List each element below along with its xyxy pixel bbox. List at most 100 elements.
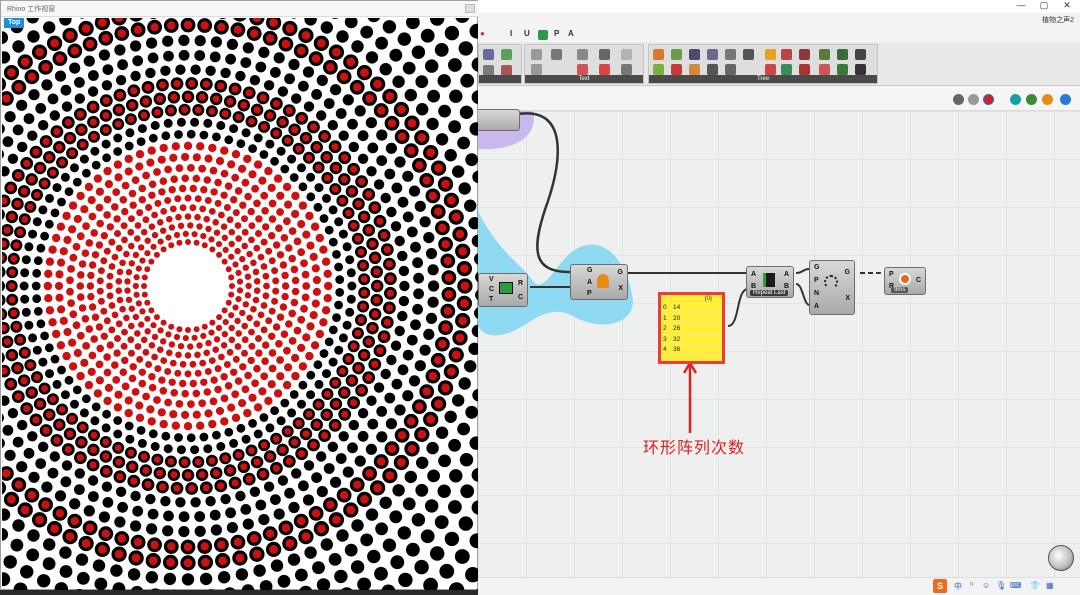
pattern-dot: [2, 528, 9, 541]
ribbon-tool-icon[interactable]: [653, 49, 664, 60]
display-mode-icon[interactable]: [1010, 94, 1021, 105]
ribbon-tool-icon[interactable]: [531, 49, 542, 60]
viewport-label[interactable]: Top: [4, 18, 25, 28]
tray-ime-lang[interactable]: 中: [954, 581, 962, 592]
ribbon-tool-icon[interactable]: [577, 49, 588, 60]
ribbon-tool-icon[interactable]: [551, 49, 562, 60]
ribbon-tool-icon[interactable]: [621, 49, 632, 60]
globe-icon[interactable]: [1060, 94, 1071, 105]
emoji-icon[interactable]: ☺: [982, 581, 990, 590]
ribbon-tool-icon[interactable]: [531, 64, 542, 75]
ribbon-tool-icon[interactable]: [855, 64, 866, 75]
pattern-dot: [124, 167, 133, 176]
grasshopper-canvas[interactable]: V C T R C G A P G X A B A B Repeat Last …: [476, 109, 1080, 577]
pattern-dot: [324, 281, 333, 291]
pattern-dot: [2, 413, 4, 422]
ribbon-tool-icon[interactable]: [765, 64, 776, 75]
ribbon-tool-icon[interactable]: [689, 49, 700, 60]
component-series[interactable]: V C T R C: [478, 273, 528, 307]
mic-icon[interactable]: 🎙: [996, 581, 1006, 590]
pattern-dot: [220, 67, 231, 79]
ribbon-tool-icon[interactable]: [837, 49, 848, 60]
ribbon-tool-icon[interactable]: [855, 49, 866, 60]
tray-punct[interactable]: ⁰: [970, 581, 973, 590]
ime-logo-icon[interactable]: S: [933, 579, 947, 593]
ribbon-tool-icon[interactable]: [819, 49, 830, 60]
tab-i[interactable]: I: [510, 29, 512, 38]
display-mode-icon[interactable]: [1042, 94, 1053, 105]
pattern-dot: [44, 269, 53, 278]
pattern-dot: [313, 202, 323, 212]
component-rotate[interactable]: G A P G X: [570, 264, 628, 300]
pattern-dot: [212, 430, 221, 440]
pattern-dot: [354, 455, 366, 467]
component-repeat-last[interactable]: A B A B Repeat Last: [746, 266, 794, 298]
skin-icon[interactable]: 👕: [1030, 581, 1040, 590]
ribbon-tool-icon[interactable]: [819, 64, 830, 75]
ribbon-tool-icon[interactable]: [689, 64, 700, 75]
tab-a[interactable]: A: [568, 29, 574, 38]
ribbon-tool-icon[interactable]: [483, 49, 494, 60]
pattern-dot: [200, 332, 207, 339]
component-partial[interactable]: [476, 109, 520, 131]
maximize-button[interactable]: ▢: [1033, 0, 1055, 11]
ribbon-tool-icon[interactable]: [781, 49, 792, 60]
tab-green-icon[interactable]: [538, 30, 548, 40]
ribbon-tool-icon[interactable]: [837, 64, 848, 75]
pattern-dot: [235, 330, 242, 337]
ribbon-tool-icon[interactable]: [501, 49, 512, 60]
component-polar-array[interactable]: G P N A G X: [809, 260, 855, 315]
preview-time-label: 9ms: [891, 287, 909, 293]
pattern-dot: [128, 305, 135, 312]
pattern-dot: [402, 497, 416, 511]
pattern-dot: [21, 307, 31, 317]
tab-p[interactable]: P: [554, 29, 559, 38]
ribbon-tool-icon[interactable]: [671, 49, 682, 60]
tab-dot[interactable]: ●: [480, 29, 485, 38]
viewport-canvas[interactable]: [2, 18, 478, 590]
pattern-dot: [28, 229, 38, 239]
ribbon-tool-icon[interactable]: [799, 49, 810, 60]
navigation-ball[interactable]: [1048, 545, 1074, 571]
preview-wire-icon[interactable]: [968, 94, 979, 105]
preview-shaded-icon[interactable]: [983, 94, 994, 105]
ribbon-tool-icon[interactable]: [653, 64, 664, 75]
panel-row: 2 26: [661, 324, 722, 335]
tab-u[interactable]: U: [524, 29, 530, 38]
ribbon-tool-icon[interactable]: [743, 49, 754, 60]
ribbon-tool-icon[interactable]: [621, 64, 632, 75]
minimize-button[interactable]: —: [1010, 0, 1032, 11]
pattern-dot: [367, 418, 379, 430]
sketch-icon[interactable]: [953, 94, 964, 105]
pattern-dot: [114, 516, 126, 528]
pattern-dot: [334, 217, 344, 227]
number-panel[interactable]: {0} 0 14 1 20 2 26 3 32 4 36: [658, 292, 725, 364]
ribbon-tool-icon[interactable]: [599, 64, 610, 75]
pattern-dot: [231, 390, 240, 399]
ribbon-tool-icon[interactable]: [707, 49, 718, 60]
rhino-window-title: Rhino 工作视窗: [7, 6, 56, 13]
close-button[interactable]: ✕: [1056, 0, 1078, 11]
keyboard-icon[interactable]: ⌨: [1010, 581, 1022, 590]
display-mode-icon[interactable]: [1026, 94, 1037, 105]
maximize-button[interactable]: [465, 4, 475, 13]
pattern-dot: [200, 186, 208, 194]
ribbon-tool-icon[interactable]: [671, 64, 682, 75]
component-custom-preview[interactable]: P R C 9ms: [884, 267, 926, 295]
ribbon-tool-icon[interactable]: [599, 49, 610, 60]
ribbon-tool-icon[interactable]: [725, 64, 736, 75]
pattern-dot: [20, 565, 34, 579]
pattern-dot: [298, 80, 309, 92]
pattern-dot: [129, 201, 137, 209]
pattern-dot: [232, 209, 240, 217]
pattern-dot: [365, 117, 377, 129]
grid-icon[interactable]: ▦: [1046, 581, 1054, 590]
ribbon-tool-icon[interactable]: [725, 49, 736, 60]
ribbon-tool-icon[interactable]: [707, 64, 718, 75]
pattern-dot: [276, 191, 285, 200]
ribbon-tool-icon[interactable]: [799, 64, 810, 75]
pattern-dot: [55, 270, 64, 279]
ribbon-tool-icon[interactable]: [765, 49, 776, 60]
ribbon-tool-icon[interactable]: [577, 64, 588, 75]
ribbon-tool-icon[interactable]: [781, 64, 792, 75]
